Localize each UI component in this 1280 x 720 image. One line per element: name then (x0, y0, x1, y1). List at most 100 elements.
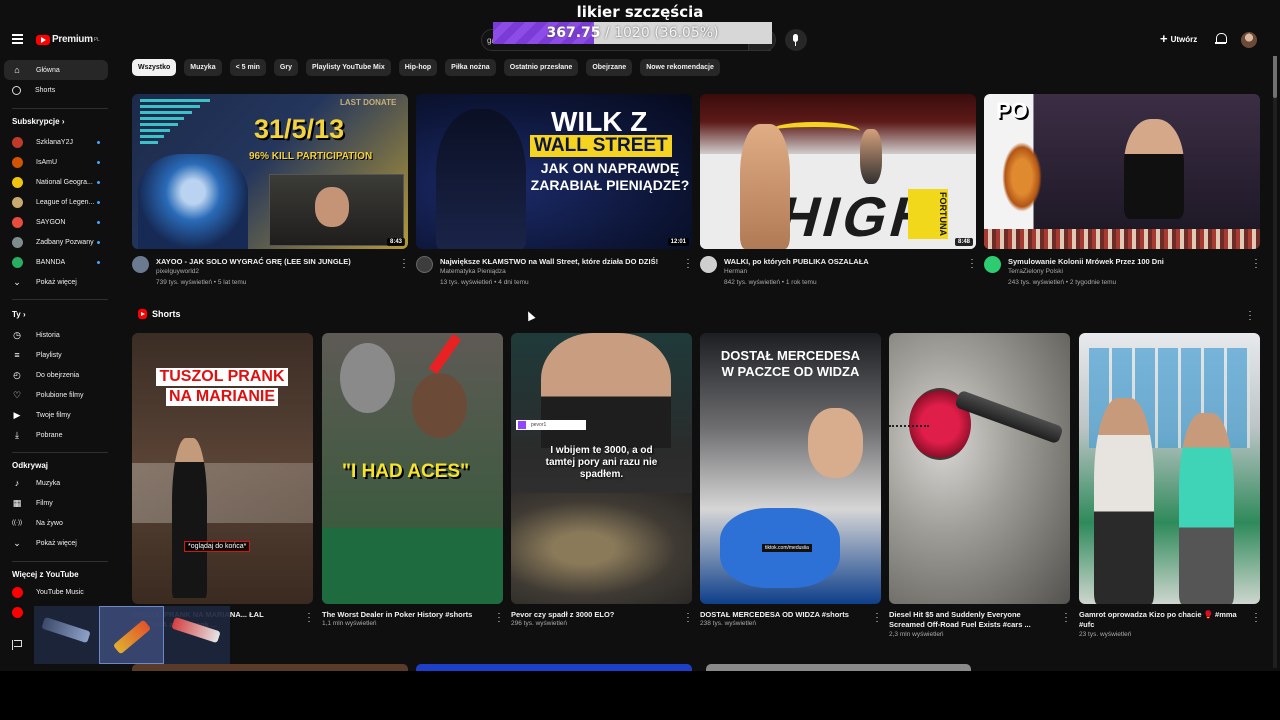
video-title[interactable]: Symulowanie Kolonii Mrówek Przez 100 Dni (1008, 257, 1248, 266)
video-card[interactable]: WILK Z WALL STREET JAK ON NAPRAWDĘ ZARAB… (416, 94, 692, 296)
filter-chip[interactable]: < 5 min (229, 59, 266, 76)
short-title[interactable]: Diesel Hit $5 and Suddenly Everyone Scre… (889, 610, 1054, 630)
channel-avatar (12, 236, 23, 248)
short-thumbnail[interactable]: TUSZOL PRANK NA MARIANIE *oglądaj do końc… (132, 333, 313, 604)
filter-chip[interactable]: Muzyka (184, 59, 222, 76)
create-button[interactable]: + Utwórz (1160, 32, 1198, 45)
more-actions-icon[interactable]: · · · (1252, 609, 1260, 626)
channel-avatar[interactable] (700, 256, 717, 273)
channel-name[interactable]: TerraZielony Polski (1008, 268, 1063, 275)
channel-avatar (12, 136, 23, 148)
short-card[interactable]: TUSZOL PRANK NA MARIANIE *oglądaj do końc… (132, 333, 313, 640)
you-header[interactable]: Ty › (12, 310, 26, 319)
video-thumbnail[interactable]: PO (984, 94, 1260, 249)
sidebar-item-label: Historia (36, 331, 60, 339)
video-thumbnail[interactable]: LAST DONATE 31/5/13 96% KILL PARTICIPATI… (132, 94, 408, 249)
sidebar-item-music[interactable]: ♪ Muzyka (4, 473, 108, 493)
short-card[interactable]: Gamrot oprowadza Kizo po chacie 🥊 #mma #… (1079, 333, 1260, 640)
thumbnail-text: W PACZCE OD WIDZA (721, 364, 860, 379)
short-thumbnail[interactable] (889, 333, 1070, 604)
sidebar-item-download[interactable]: ⤓ Pobrane (4, 425, 108, 445)
sidebar-item-history[interactable]: ◷ Historia (4, 325, 108, 345)
filter-chip[interactable]: Piłka nożna (445, 59, 496, 76)
short-card[interactable]: Diesel Hit $5 and Suddenly Everyone Scre… (889, 333, 1070, 640)
more-actions-icon[interactable]: · · · (684, 609, 692, 626)
more-actions-icon[interactable]: · · · (495, 609, 503, 626)
sidebar-item-chevron-down[interactable]: ⌄ Pokaż więcej (4, 533, 108, 553)
short-card[interactable]: DOSTAŁ MERCEDESA W PACZCE OD WIDZA tiktok… (700, 333, 881, 640)
sidebar-item-movies[interactable]: ▦ Filmy (4, 493, 108, 513)
sidebar-subscription[interactable]: League of Legen... (4, 192, 108, 212)
goal-progress-bar: 367.75 / 1020 (36.05%) (493, 22, 772, 44)
short-title[interactable]: DOSTAŁ MERCEDESA OD WIDZA #shorts (700, 610, 865, 620)
short-thumbnail[interactable]: DOSTAŁ MERCEDESA W PACZCE OD WIDZA tiktok… (700, 333, 881, 604)
sidebar-item-home[interactable]: ⌂ Główna (4, 60, 108, 80)
sidebar-item-playlists[interactable]: ≡ Playlisty (4, 345, 108, 365)
sidebar-subscription[interactable]: Zadbany Pozwany (4, 232, 108, 252)
filter-chip[interactable]: Playlisty YouTube Mix (305, 59, 391, 76)
video-card[interactable]: LAST DONATE 31/5/13 96% KILL PARTICIPATI… (132, 94, 408, 296)
menu-icon[interactable] (12, 34, 23, 44)
short-card[interactable]: "I HAD ACES" The Worst Dealer in Poker H… (322, 333, 503, 640)
channel-avatar[interactable] (984, 256, 1001, 273)
chevron-down-icon: ⌄ (13, 277, 21, 287)
subscriptions-show-more[interactable]: ⌄ Pokaż więcej (4, 272, 108, 292)
more-actions-icon[interactable]: · · · (1062, 609, 1070, 626)
short-title[interactable]: Pevor czy spadł z 3000 ELO? (511, 610, 676, 620)
channel-avatar[interactable] (416, 256, 433, 273)
short-thumbnail[interactable] (1079, 333, 1260, 604)
short-title[interactable]: The Worst Dealer in Poker History #short… (322, 610, 487, 620)
voice-search-button[interactable] (785, 29, 807, 51)
sidebar-subscription[interactable]: IsAmU (4, 152, 108, 172)
filter-chip[interactable]: Nowe rekomendacje (640, 59, 720, 76)
video-title[interactable]: Największe KŁAMSTWO na Wall Street, któr… (440, 257, 680, 266)
live-icon: ((·)) (12, 520, 22, 526)
video-title[interactable]: XAYOO - JAK SOLO WYGRAĆ GRĘ (LEE SIN JUN… (156, 257, 396, 266)
short-thumbnail[interactable]: "I HAD ACES" (322, 333, 503, 604)
create-label: Utwórz (1170, 34, 1198, 44)
short-title[interactable]: Gamrot oprowadza Kizo po chacie 🥊 #mma #… (1079, 610, 1244, 630)
sidebar-item-live[interactable]: ((·)) Na żywo (4, 513, 108, 533)
more-actions-icon[interactable]: · · · (873, 609, 881, 626)
filter-chip[interactable]: Obejrzane (586, 59, 633, 76)
subscriptions-header[interactable]: Subskrypcje › (12, 117, 64, 126)
sidebar-item-youtube-music[interactable]: YouTube Music (4, 582, 108, 602)
sidebar-item-thumbs-up[interactable]: ♡ Polubione filmy (4, 385, 108, 405)
sidebar-subscription[interactable]: National Geogra... (4, 172, 108, 192)
channel-name[interactable]: Matematyka Pieniądza (440, 268, 506, 275)
sidebar-subscription[interactable]: SzklanaY2J (4, 132, 108, 152)
watch-later-icon: ◴ (13, 370, 21, 380)
more-actions-icon[interactable]: · · · (400, 255, 408, 272)
filter-chip[interactable]: Hip-hop (398, 59, 438, 76)
filter-chip[interactable]: Ostatnio przesłane (503, 59, 579, 76)
filter-chip[interactable]: Gry (273, 59, 298, 76)
account-avatar[interactable] (1241, 32, 1257, 48)
more-actions-icon[interactable]: · · · (684, 255, 692, 272)
knife-icon (112, 619, 152, 655)
video-thumbnail[interactable]: WILK Z WALL STREET JAK ON NAPRAWDĘ ZARAB… (416, 94, 692, 249)
channel-name[interactable]: pixelguyworld2 (156, 268, 199, 275)
short-thumbnail[interactable]: pevor1 I wbijem te 3000, a od tamtej por… (511, 333, 692, 604)
notifications-bell-icon[interactable] (1215, 33, 1227, 45)
youtube-premium-logo[interactable]: Premium PL (36, 34, 100, 45)
channel-avatar[interactable] (132, 256, 149, 273)
video-card[interactable]: HIGH FORTUNA 8:48 WALKI, po których PUBL… (700, 94, 976, 296)
sidebar-subscription[interactable]: BANNDA (4, 252, 108, 272)
report-flag-icon[interactable] (12, 640, 22, 650)
video-title[interactable]: WALKI, po których PUBLIKA OSZALAŁA (724, 257, 964, 266)
page-scrollbar[interactable] (1273, 28, 1277, 668)
more-actions-icon[interactable]: · · · (305, 609, 313, 626)
sidebar-item-shorts[interactable]: Shorts (4, 80, 108, 100)
more-actions-icon[interactable]: · · · (968, 255, 976, 272)
more-actions-icon[interactable]: · · · (1252, 255, 1260, 272)
video-thumbnail[interactable]: HIGH FORTUNA 8:48 (700, 94, 976, 249)
shorts-more-actions-icon[interactable]: · · · (1246, 307, 1254, 324)
video-card[interactable]: PO Symulowanie Kolonii Mrówek Przez 100 … (984, 94, 1260, 296)
sidebar-item-label: Filmy (36, 499, 53, 507)
short-card[interactable]: pevor1 I wbijem te 3000, a od tamtej por… (511, 333, 692, 640)
sidebar-item-watch-later[interactable]: ◴ Do obejrzenia (4, 365, 108, 385)
sidebar-subscription[interactable]: SAYGON (4, 212, 108, 232)
sidebar-item-your-videos[interactable]: ▶ Twoje filmy (4, 405, 108, 425)
filter-chip[interactable]: Wszystko (132, 59, 177, 76)
channel-name[interactable]: Herman (724, 268, 747, 275)
